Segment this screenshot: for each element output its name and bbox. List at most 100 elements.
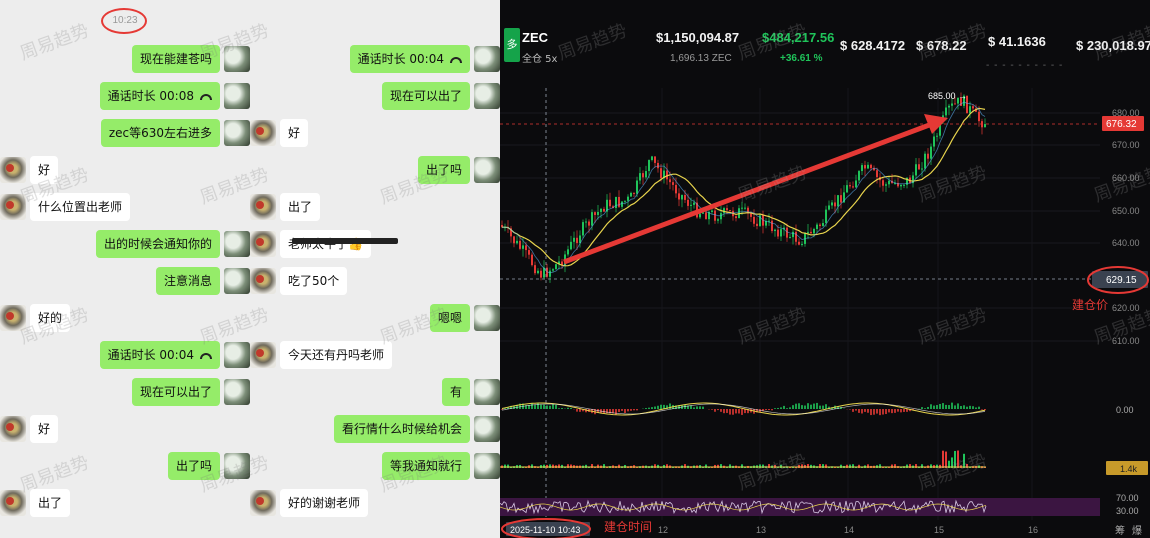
rsi-axis-bottom: 30.00 (1116, 506, 1139, 516)
teacher-avatar[interactable] (224, 453, 250, 479)
chat-message[interactable]: 现在可以出了 (131, 378, 250, 406)
chat-message[interactable]: 出了 (0, 489, 71, 517)
message-bubble[interactable]: 等我通知就行 (381, 452, 470, 480)
message-bubble[interactable]: 出了吗 (167, 452, 220, 480)
user-avatar[interactable] (250, 490, 276, 516)
teacher-avatar[interactable] (224, 46, 250, 72)
chat-message[interactable]: 出的时候会通知你的 (95, 230, 250, 258)
candle-body (555, 264, 557, 270)
chat-message[interactable]: 注意消息 (155, 267, 250, 295)
teacher-avatar[interactable] (224, 120, 250, 146)
teacher-avatar[interactable] (224, 379, 250, 405)
message-bubble[interactable]: 好 (30, 156, 59, 184)
chat-message[interactable]: 老师太牛了👍 (250, 230, 371, 258)
chat-message[interactable]: 今天还有丹吗老师 (250, 341, 393, 369)
chat-message[interactable]: 好 (250, 119, 309, 147)
chat-message[interactable]: zec等630左右进多 (100, 119, 250, 147)
teacher-avatar[interactable] (474, 46, 500, 72)
macd-bar (531, 403, 533, 409)
teacher-avatar[interactable] (474, 157, 500, 183)
volume-bar (810, 464, 812, 468)
user-avatar[interactable] (0, 490, 26, 516)
message-bubble[interactable]: 吃了50个 (280, 267, 348, 295)
macd-bar (876, 409, 878, 414)
chat-message[interactable]: 通话时长 00:08 (99, 82, 250, 110)
teacher-avatar[interactable] (224, 231, 250, 257)
chat-message[interactable]: 有 (441, 378, 500, 406)
message-bubble[interactable]: 出了 (280, 193, 321, 221)
user-avatar[interactable] (250, 194, 276, 220)
chat-message[interactable]: 什么位置出老师 (0, 193, 131, 221)
macd-bar (732, 409, 734, 415)
chat-message[interactable]: 好 (0, 415, 59, 443)
price-axis-label: 660.00 (1112, 173, 1140, 183)
call-duration-bubble[interactable]: 通话时长 00:04 (99, 341, 220, 369)
chat-message[interactable]: 好的谢谢老师 (250, 489, 369, 517)
message-bubble[interactable]: 出了 (30, 489, 71, 517)
message-bubble[interactable]: 出的时候会通知你的 (95, 230, 220, 258)
macd-bar (825, 404, 827, 409)
teacher-avatar[interactable] (474, 305, 500, 331)
price-chart[interactable]: 680.00670.00660.00650.00640.00620.00610.… (500, 0, 1150, 538)
call-duration-bubble[interactable]: 通话时长 00:08 (99, 82, 220, 110)
macd-bar (897, 409, 899, 412)
macd-bar (867, 409, 869, 413)
message-bubble[interactable]: 好的 (30, 304, 71, 332)
chat-message[interactable]: 出了 (250, 193, 321, 221)
chat-message[interactable]: 现在能建苍吗 (131, 45, 250, 73)
teacher-avatar[interactable] (474, 379, 500, 405)
message-bubble[interactable]: 老师太牛了👍 (280, 230, 371, 258)
chat-message[interactable]: 现在可以出了 (381, 82, 500, 110)
chat-message[interactable]: 好的 (0, 304, 71, 332)
chat-message[interactable]: 通话时长 00:04 (99, 341, 250, 369)
chat-message[interactable]: 通话时长 00:04 (349, 45, 500, 73)
message-bubble[interactable]: 今天还有丹吗老师 (280, 341, 393, 369)
user-avatar[interactable] (0, 416, 26, 442)
user-avatar[interactable] (250, 342, 276, 368)
message-bubble[interactable]: 好 (30, 415, 59, 443)
message-bubble[interactable]: 现在可以出了 (131, 378, 220, 406)
candle-body (660, 168, 662, 179)
candle-body (954, 103, 956, 105)
message-bubble[interactable]: 现在能建苍吗 (131, 45, 220, 73)
macd-bar (816, 402, 818, 409)
chat-message[interactable]: 等我通知就行 (381, 452, 500, 480)
message-bubble[interactable]: zec等630左右进多 (100, 119, 220, 147)
price-axis: 680.00670.00660.00650.00640.00620.00610.… (1112, 108, 1140, 346)
candle-body (750, 213, 752, 217)
message-bubble[interactable]: 什么位置出老师 (30, 193, 131, 221)
user-avatar[interactable] (0, 305, 26, 331)
user-avatar[interactable] (250, 268, 276, 294)
user-avatar[interactable] (250, 231, 276, 257)
teacher-avatar[interactable] (224, 342, 250, 368)
chat-message[interactable]: 出了吗 (167, 452, 250, 480)
message-text: 通话时长 00:04 (107, 348, 194, 362)
message-bubble[interactable]: 好 (280, 119, 309, 147)
chat-message[interactable]: 出了吗 (417, 156, 500, 184)
price-axis-label: 620.00 (1112, 303, 1140, 313)
macd-bar (855, 409, 857, 411)
chat-message[interactable]: 吃了50个 (250, 267, 348, 295)
user-avatar[interactable] (0, 157, 26, 183)
macd-bar (570, 407, 572, 409)
chat-message[interactable]: 嗯嗯 (429, 304, 500, 332)
message-bubble[interactable]: 有 (441, 378, 470, 406)
user-avatar[interactable] (250, 120, 276, 146)
macd-bar (801, 405, 803, 409)
message-bubble[interactable]: 注意消息 (155, 267, 220, 295)
teacher-avatar[interactable] (474, 453, 500, 479)
message-bubble[interactable]: 好的谢谢老师 (280, 489, 369, 517)
teacher-avatar[interactable] (474, 416, 500, 442)
chat-message[interactable]: 好 (0, 156, 59, 184)
teacher-avatar[interactable] (224, 268, 250, 294)
chat-message[interactable]: 看行情什么时候给机会 (333, 415, 500, 443)
message-bubble[interactable]: 嗯嗯 (429, 304, 470, 332)
teacher-avatar[interactable] (474, 83, 500, 109)
call-duration-bubble[interactable]: 通话时长 00:04 (349, 45, 470, 73)
teacher-avatar[interactable] (224, 83, 250, 109)
message-bubble[interactable]: 现在可以出了 (381, 82, 470, 110)
message-bubble[interactable]: 看行情什么时候给机会 (333, 415, 470, 443)
message-bubble[interactable]: 出了吗 (417, 156, 470, 184)
macd-bar (717, 409, 719, 411)
user-avatar[interactable] (0, 194, 26, 220)
